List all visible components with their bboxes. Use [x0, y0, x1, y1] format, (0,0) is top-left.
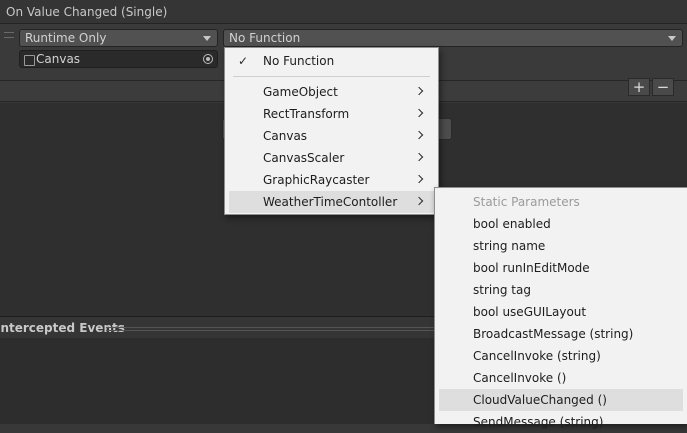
submenu-header: Static Parameters — [439, 191, 683, 213]
submenu-item-label: BroadcastMessage (string) — [473, 327, 634, 341]
chevron-right-icon — [414, 152, 424, 162]
dropdown-arrow-icon — [668, 36, 676, 41]
menu-item-label: GameObject — [263, 85, 338, 99]
menu-item-label: Canvas — [263, 129, 308, 143]
drag-handle-icon[interactable] — [4, 32, 14, 38]
submenu-item[interactable]: bool runInEditMode — [439, 257, 683, 279]
submenu-item-label: CancelInvoke () — [473, 371, 567, 385]
target-object-field[interactable]: Canvas — [19, 50, 218, 68]
function-value: No Function — [229, 31, 301, 45]
remove-listener-button[interactable]: − — [652, 78, 674, 96]
menu-item-graphicraycaster[interactable]: GraphicRaycaster — [229, 169, 434, 191]
chevron-right-icon — [414, 196, 424, 206]
submenu-item-cloudvaluechanged[interactable]: CloudValueChanged () — [439, 389, 683, 411]
submenu-item[interactable]: bool enabled — [439, 213, 683, 235]
menu-item-canvasscaler[interactable]: CanvasScaler — [229, 147, 434, 169]
menu-item-recttransform[interactable]: RectTransform — [229, 103, 434, 125]
menu-item-gameobject[interactable]: GameObject — [229, 81, 434, 103]
menu-item-weathertimecontoller[interactable]: WeatherTimeContoller — [229, 191, 434, 213]
menu-item-label: WeatherTimeContoller — [263, 195, 398, 209]
event-title: On Value Changed (Single) — [6, 5, 168, 19]
dropdown-arrow-icon — [203, 36, 211, 41]
submenu-item[interactable]: CancelInvoke (string) — [439, 345, 683, 367]
chevron-right-icon — [414, 130, 424, 140]
submenu-item[interactable]: BroadcastMessage (string) — [439, 323, 683, 345]
submenu-item-label: bool runInEditMode — [473, 261, 590, 275]
menu-item-label: CanvasScaler — [263, 151, 345, 165]
submenu-item[interactable]: string name — [439, 235, 683, 257]
object-picker-icon[interactable] — [203, 54, 213, 64]
submenu-item[interactable]: SendMessage (string) — [439, 411, 683, 433]
add-listener-button[interactable]: + — [628, 78, 650, 96]
submenu-item[interactable]: string tag — [439, 279, 683, 301]
submenu-item[interactable]: bool useGUILayout — [439, 301, 683, 323]
submenu-header-label: Static Parameters — [473, 195, 580, 209]
checkmark-icon: ✓ — [238, 54, 249, 68]
submenu-item-label: SendMessage (string) — [473, 415, 604, 429]
chevron-right-icon — [414, 108, 424, 118]
menu-item-canvas[interactable]: Canvas — [229, 125, 434, 147]
submenu-item-label: bool useGUILayout — [473, 305, 587, 319]
menu-item-label: No Function — [263, 54, 335, 68]
submenu-item-label: CancelInvoke (string) — [473, 349, 601, 363]
function-dropdown[interactable]: No Function — [223, 29, 683, 47]
chevron-right-icon — [414, 174, 424, 184]
component-submenu: Static Parameters bool enabled string na… — [434, 187, 687, 429]
gameobject-icon — [24, 55, 35, 66]
submenu-item-label: bool enabled — [473, 217, 551, 231]
submenu-item-label: CloudValueChanged () — [473, 393, 607, 407]
runtime-mode-value: Runtime Only — [25, 31, 107, 45]
chevron-right-icon — [414, 86, 424, 96]
target-object-name: Canvas — [36, 52, 81, 66]
submenu-item[interactable]: CancelInvoke () — [439, 367, 683, 389]
menu-item-label: GraphicRaycaster — [263, 173, 370, 187]
function-menu: ✓ No Function GameObject RectTransform C… — [224, 47, 439, 215]
submenu-item-label: string name — [473, 239, 546, 253]
submenu-item-label: string tag — [473, 283, 531, 297]
menu-separator — [233, 76, 430, 77]
event-header: On Value Changed (Single) — [0, 0, 687, 24]
menu-item-label: RectTransform — [263, 107, 350, 121]
menu-item-no-function[interactable]: ✓ No Function — [229, 50, 434, 72]
runtime-mode-dropdown[interactable]: Runtime Only — [19, 29, 218, 47]
